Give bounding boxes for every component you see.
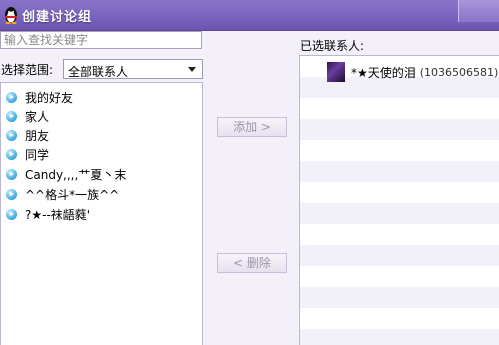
contact-name: *★天使的泪 bbox=[351, 65, 416, 80]
range-dropdown[interactable]: 全部联系人 bbox=[63, 59, 203, 79]
group-label: 同学 bbox=[25, 147, 50, 162]
expand-arrow-icon[interactable] bbox=[6, 91, 17, 103]
group-item[interactable]: 家人 bbox=[6, 107, 49, 125]
group-item[interactable]: 朋友 bbox=[6, 126, 49, 144]
group-label: 朋友 bbox=[25, 128, 50, 143]
group-label: 我的好友 bbox=[25, 90, 74, 105]
search-input[interactable]: 输入查找关键字 bbox=[0, 31, 202, 49]
group-label: ^^格斗*一族^^ bbox=[25, 187, 120, 202]
add-button[interactable]: 添加 > bbox=[217, 117, 287, 137]
avatar bbox=[327, 62, 345, 82]
expand-arrow-icon[interactable] bbox=[6, 188, 17, 200]
group-list[interactable]: 我的好友 家人 朋友 同学 Candy,,,,艹夏丶末 ^^格斗*一族^^ ?★… bbox=[0, 82, 203, 345]
expand-arrow-icon[interactable] bbox=[6, 110, 17, 122]
group-item[interactable]: 同学 bbox=[6, 145, 49, 163]
dropdown-arrow-icon[interactable] bbox=[188, 67, 196, 72]
group-label: ?★--祙龉蕤' bbox=[25, 207, 91, 222]
title-bar[interactable]: 创建讨论组 bbox=[0, 0, 499, 31]
selected-contacts-label: 已选联系人: bbox=[300, 39, 365, 53]
group-label: 家人 bbox=[25, 109, 50, 124]
window-title: 创建讨论组 bbox=[22, 10, 93, 25]
group-item[interactable]: 我的好友 bbox=[6, 88, 73, 106]
window-control-button[interactable] bbox=[458, 0, 499, 22]
selected-contacts-list[interactable]: *★天使的泪 (1036506581) bbox=[299, 55, 499, 345]
range-label: 选择范围: bbox=[1, 63, 54, 77]
selected-contact-item[interactable]: *★天使的泪 (1036506581) bbox=[327, 61, 498, 83]
contact-id: (1036506581) bbox=[419, 65, 499, 79]
group-label: Candy,,,,艹夏丶末 bbox=[25, 167, 127, 182]
expand-arrow-icon[interactable] bbox=[6, 208, 17, 220]
group-item[interactable]: ^^格斗*一族^^ bbox=[6, 185, 119, 203]
expand-arrow-icon[interactable] bbox=[6, 168, 17, 180]
range-selected-value: 全部联系人 bbox=[68, 65, 129, 79]
group-item[interactable]: Candy,,,,艹夏丶末 bbox=[6, 165, 126, 183]
qq-penguin-icon bbox=[5, 7, 17, 24]
expand-arrow-icon[interactable] bbox=[6, 148, 17, 160]
group-item[interactable]: ?★--祙龉蕤' bbox=[6, 205, 90, 223]
expand-arrow-icon[interactable] bbox=[6, 129, 17, 141]
remove-button[interactable]: < 删除 bbox=[217, 253, 287, 273]
